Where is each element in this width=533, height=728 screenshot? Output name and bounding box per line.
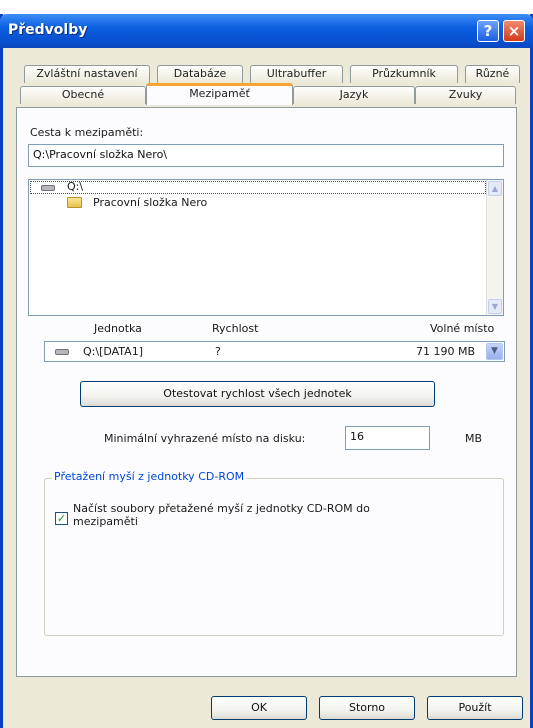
tab-label: Ultrabuffer bbox=[266, 67, 327, 80]
apply-button[interactable]: Použít bbox=[427, 696, 523, 720]
tab-language[interactable]: Jazyk bbox=[293, 86, 415, 104]
cache-path-value: Q:\Pracovní složka Nero\ bbox=[33, 148, 168, 161]
tree-item-drive[interactable]: Q:\ bbox=[67, 180, 83, 193]
close-button[interactable]: × bbox=[503, 20, 525, 42]
drive-select[interactable]: Q:\[DATA1] ? 71 190 MB ▼ bbox=[44, 341, 505, 362]
min-space-value: 16 bbox=[350, 430, 364, 443]
load-from-cdrom-label[interactable]: Načíst soubory přetažené myší z jednotky… bbox=[73, 502, 433, 528]
tab-label: Obecné bbox=[61, 88, 105, 101]
selected-free-space: 71 190 MB bbox=[416, 345, 476, 358]
tab-label: Průzkumník bbox=[372, 67, 436, 80]
selected-row-focus bbox=[30, 181, 486, 194]
tab-ultrabuffer[interactable]: Ultrabuffer bbox=[250, 65, 343, 83]
tab-label: Databáze bbox=[173, 67, 227, 80]
tab-database[interactable]: Databáze bbox=[157, 65, 243, 83]
drive-icon bbox=[55, 349, 69, 355]
tab-special-settings[interactable]: Zvláštní nastavení bbox=[24, 65, 150, 83]
cancel-button[interactable]: Storno bbox=[319, 696, 415, 720]
help-button[interactable]: ? bbox=[477, 20, 499, 42]
test-speed-button[interactable]: Otestovat rychlost všech jednotek bbox=[80, 381, 435, 407]
tab-misc[interactable]: Různé bbox=[465, 65, 520, 83]
scroll-down-arrow-icon[interactable]: ▼ bbox=[488, 299, 502, 314]
tab-label: Různé bbox=[475, 67, 510, 80]
title-bar[interactable]: Předvolby ? × bbox=[0, 14, 533, 48]
cache-path-input[interactable]: Q:\Pracovní složka Nero\ bbox=[28, 144, 504, 167]
tab-label: Mezipaměť bbox=[189, 87, 250, 100]
folder-icon bbox=[67, 197, 82, 208]
chevron-down-icon[interactable]: ▼ bbox=[486, 343, 503, 360]
tab-label: Zvláštní nastavení bbox=[36, 67, 138, 80]
apply-label: Použít bbox=[458, 701, 492, 714]
ok-button[interactable]: OK bbox=[211, 696, 307, 720]
tree-item-folder[interactable]: Pracovní složka Nero bbox=[93, 196, 207, 209]
scroll-up-arrow-icon[interactable]: ▲ bbox=[488, 181, 502, 196]
ok-label: OK bbox=[251, 701, 267, 714]
cancel-label: Storno bbox=[348, 701, 386, 714]
window-title: Předvolby bbox=[8, 22, 88, 38]
tab-label: Zvuky bbox=[448, 88, 483, 101]
tab-explorer[interactable]: Průzkumník bbox=[350, 65, 458, 83]
min-space-input[interactable]: 16 bbox=[345, 426, 430, 450]
test-speed-label: Otestovat rychlost všech jednotek bbox=[163, 387, 352, 400]
load-from-cdrom-checkbox[interactable]: ✓ bbox=[55, 512, 68, 525]
folder-tree-list[interactable]: Q:\ Pracovní složka Nero ▲ ▼ bbox=[28, 179, 504, 316]
tab-label: Jazyk bbox=[339, 88, 369, 101]
selected-drive: Q:\[DATA1] bbox=[83, 345, 143, 358]
drive-icon bbox=[41, 185, 55, 191]
tab-cache[interactable]: Mezipaměť bbox=[146, 83, 293, 105]
tab-general[interactable]: Obecné bbox=[20, 86, 146, 104]
vertical-scrollbar[interactable]: ▲ ▼ bbox=[486, 180, 503, 315]
tab-sounds[interactable]: Zvuky bbox=[415, 86, 516, 104]
selected-speed: ? bbox=[215, 345, 221, 358]
